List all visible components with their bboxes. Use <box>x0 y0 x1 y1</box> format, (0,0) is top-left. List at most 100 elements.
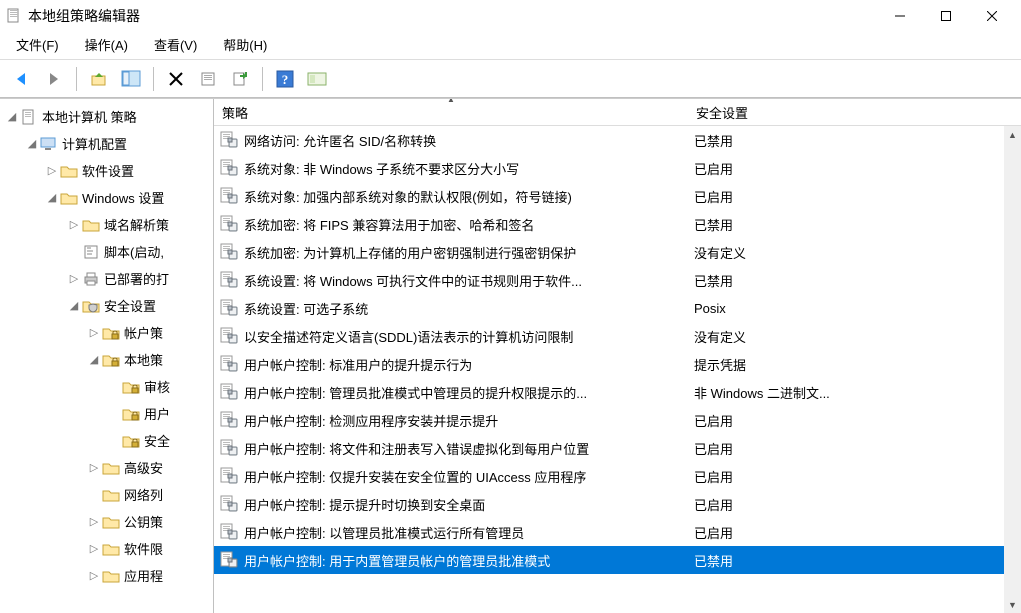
export-button[interactable] <box>226 65 254 93</box>
properties-button[interactable] <box>194 65 222 93</box>
filter-button[interactable] <box>303 65 331 93</box>
scroll-down-icon[interactable]: ▼ <box>1004 596 1021 613</box>
show-hide-tree-button[interactable] <box>117 65 145 93</box>
tree-item[interactable]: ◢安全设置 <box>0 292 213 319</box>
column-header-setting[interactable]: 安全设置 <box>688 99 1021 126</box>
tree-item-label: 软件限 <box>124 539 163 558</box>
folder-lock-icon <box>102 352 120 368</box>
policy-name: 用户帐户控制: 以管理员批准模式运行所有管理员 <box>244 523 524 542</box>
folder-icon <box>102 487 120 503</box>
folder-lock-icon <box>122 433 140 449</box>
expander-open-icon[interactable]: ◢ <box>86 353 102 366</box>
policy-icon <box>220 158 238 179</box>
vertical-scrollbar[interactable]: ▲ ▼ <box>1004 126 1021 613</box>
policy-value: 没有定义 <box>694 327 746 346</box>
tree-item[interactable]: ▷用户 <box>0 400 213 427</box>
list-header: 策略▲ 安全设置 <box>214 99 1021 126</box>
policy-icon <box>220 382 238 403</box>
tree-item[interactable]: ▷帐户策 <box>0 319 213 346</box>
maximize-button[interactable] <box>923 1 969 31</box>
policy-value-cell: Posix <box>688 299 1021 318</box>
expander-open-icon[interactable]: ◢ <box>24 137 40 150</box>
policy-name: 系统加密: 将 FIPS 兼容算法用于加密、哈希和签名 <box>244 215 534 234</box>
tree-item[interactable]: ▷ 软件限 <box>0 535 213 562</box>
expander-closed-icon[interactable]: ▷ <box>86 569 102 582</box>
policy-icon <box>220 298 238 319</box>
svg-text:?: ? <box>282 72 289 87</box>
policy-row[interactable]: 用户帐户控制: 用于内置管理员帐户的管理员批准模式已禁用 <box>214 546 1021 574</box>
policy-value-cell: 已启用 <box>688 521 1021 544</box>
policy-row[interactable]: 系统加密: 为计算机上存储的用户密钥强制进行强密钥保护没有定义 <box>214 238 1021 266</box>
expander-closed-icon[interactable]: ▷ <box>66 218 82 231</box>
tree-item[interactable]: ▷ 高级安 <box>0 454 213 481</box>
tree-item[interactable]: ▷网络列 <box>0 481 213 508</box>
policy-row[interactable]: 用户帐户控制: 将文件和注册表写入错误虚拟化到每用户位置已启用 <box>214 434 1021 462</box>
tree-item-label: 用户 <box>144 404 170 423</box>
expander-closed-icon[interactable]: ▷ <box>86 515 102 528</box>
scroll-up-icon[interactable]: ▲ <box>1004 126 1021 143</box>
policy-icon <box>220 494 238 515</box>
policy-name-cell: 网络访问: 允许匿名 SID/名称转换 <box>214 128 688 153</box>
forward-button[interactable] <box>40 65 68 93</box>
expander-closed-icon[interactable]: ▷ <box>86 326 102 339</box>
menu-view[interactable]: 查看(V) <box>148 33 203 56</box>
tree-item[interactable]: ▷已部署的打 <box>0 265 213 292</box>
separator <box>153 67 154 91</box>
policy-name-cell: 系统设置: 将 Windows 可执行文件中的证书规则用于软件... <box>214 268 688 293</box>
expander-closed-icon[interactable]: ▷ <box>44 164 60 177</box>
tree-item[interactable]: ◢Windows 设置 <box>0 184 213 211</box>
policy-row[interactable]: 用户帐户控制: 管理员批准模式中管理员的提升权限提示的...非 Windows … <box>214 378 1021 406</box>
expander-open-icon[interactable]: ◢ <box>4 110 20 123</box>
policy-icon <box>220 186 238 207</box>
policy-row[interactable]: 用户帐户控制: 检测应用程序安装并提示提升已启用 <box>214 406 1021 434</box>
policy-name: 用户帐户控制: 检测应用程序安装并提示提升 <box>244 411 498 430</box>
policy-row[interactable]: 系统设置: 可选子系统Posix <box>214 294 1021 322</box>
policy-row[interactable]: 网络访问: 允许匿名 SID/名称转换已禁用 <box>214 126 1021 154</box>
policy-name-cell: 系统加密: 为计算机上存储的用户密钥强制进行强密钥保护 <box>214 240 688 265</box>
expander-closed-icon[interactable]: ▷ <box>66 272 82 285</box>
tree-item[interactable]: ▷脚本(启动, <box>0 238 213 265</box>
policy-row[interactable]: 用户帐户控制: 以管理员批准模式运行所有管理员 已启用 <box>214 518 1021 546</box>
policy-row[interactable]: 系统对象: 非 Windows 子系统不要求区分大小写已启用 <box>214 154 1021 182</box>
delete-button[interactable] <box>162 65 190 93</box>
policy-row[interactable]: 用户帐户控制: 标准用户的提升提示行为提示凭据 <box>214 350 1021 378</box>
policy-icon <box>220 438 238 459</box>
back-button[interactable] <box>8 65 36 93</box>
up-button[interactable] <box>85 65 113 93</box>
policy-value: 提示凭据 <box>694 355 746 374</box>
tree-item[interactable]: ▷应用程 <box>0 562 213 589</box>
minimize-button[interactable] <box>877 1 923 31</box>
tree-item[interactable]: ▷安全 <box>0 427 213 454</box>
policy-value-cell: 已启用 <box>688 157 1021 180</box>
expander-closed-icon[interactable]: ▷ <box>86 542 102 555</box>
sort-indicator-icon: ▲ <box>447 99 455 104</box>
expander-closed-icon[interactable]: ▷ <box>86 461 102 474</box>
expander-open-icon[interactable]: ◢ <box>66 299 82 312</box>
help-button[interactable]: ? <box>271 65 299 93</box>
menu-file[interactable]: 文件(F) <box>10 33 65 56</box>
tree-item[interactable]: ◢本地策 <box>0 346 213 373</box>
menu-action[interactable]: 操作(A) <box>79 33 134 56</box>
policy-name-cell: 用户帐户控制: 标准用户的提升提示行为 <box>214 352 688 377</box>
column-header-policy[interactable]: 策略▲ <box>214 99 688 126</box>
menu-help[interactable]: 帮助(H) <box>217 33 273 56</box>
tree-item[interactable]: ◢本地计算机 策略 <box>0 103 213 130</box>
tree-item[interactable]: ▷软件设置 <box>0 157 213 184</box>
window-controls <box>877 1 1015 31</box>
close-button[interactable] <box>969 1 1015 31</box>
policy-row[interactable]: 系统对象: 加强内部系统对象的默认权限(例如，符号链接)已启用 <box>214 182 1021 210</box>
tree-item[interactable]: ◢计算机配置 <box>0 130 213 157</box>
policy-row[interactable]: 系统加密: 将 FIPS 兼容算法用于加密、哈希和签名已禁用 <box>214 210 1021 238</box>
expander-open-icon[interactable]: ◢ <box>44 191 60 204</box>
policy-row[interactable]: 以安全描述符定义语言(SDDL)语法表示的计算机访问限制没有定义 <box>214 322 1021 350</box>
title-bar: 本地组策略编辑器 <box>0 0 1021 32</box>
tree-item[interactable]: ▷公钥策 <box>0 508 213 535</box>
policy-row[interactable]: 系统设置: 将 Windows 可执行文件中的证书规则用于软件...已禁用 <box>214 266 1021 294</box>
policy-name-cell: 用户帐户控制: 用于内置管理员帐户的管理员批准模式 <box>214 548 688 573</box>
policy-row[interactable]: 用户帐户控制: 提示提升时切换到安全桌面已启用 <box>214 490 1021 518</box>
tree-item[interactable]: ▷域名解析策 <box>0 211 213 238</box>
tree-item[interactable]: ▷审核 <box>0 373 213 400</box>
policy-row[interactable]: 用户帐户控制: 仅提升安装在安全位置的 UIAccess 应用程序已启用 <box>214 462 1021 490</box>
folder-icon <box>102 460 120 476</box>
tree-item-label: 高级安 <box>124 458 163 477</box>
